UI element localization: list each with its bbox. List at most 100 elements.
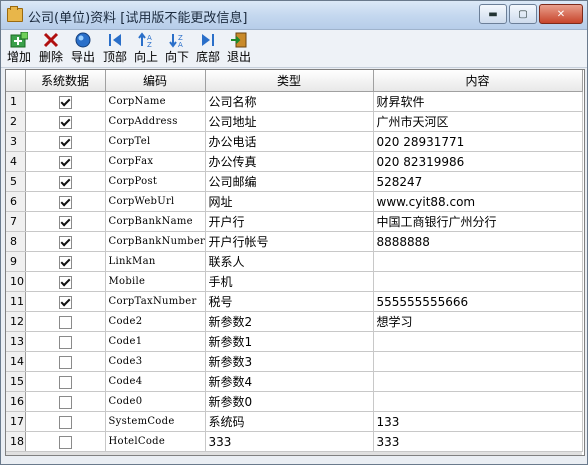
code-cell[interactable]: Code0 — [105, 391, 206, 412]
content-cell[interactable]: www.cyit88.com — [373, 191, 583, 212]
content-cell[interactable] — [373, 331, 583, 352]
content-cell[interactable]: 想学习 — [373, 311, 583, 332]
system-data-checkbox[interactable] — [58, 115, 72, 129]
table-row[interactable]: 12 Code2 新参数2 想学习 — [6, 311, 583, 332]
code-cell[interactable]: Code2 — [105, 311, 206, 332]
title-bar[interactable]: 公司(单位)资料 [试用版不能更改信息] ▬ ▢ ✕ — [1, 1, 587, 30]
header-system-data[interactable]: 系统数据 — [25, 70, 106, 92]
table-row[interactable]: 9 LinkMan 联系人 — [6, 251, 583, 272]
table-row[interactable]: 15 Code4 新参数4 — [6, 371, 583, 392]
system-data-cell[interactable] — [25, 311, 106, 332]
system-data-checkbox[interactable] — [58, 155, 72, 169]
type-cell[interactable]: 办公电话 — [205, 131, 374, 152]
table-row[interactable]: 10 Mobile 手机 — [6, 271, 583, 292]
add-button[interactable]: 增加 — [7, 31, 31, 66]
code-cell[interactable]: Mobile — [105, 271, 206, 292]
code-cell[interactable]: CorpName — [105, 91, 206, 112]
system-data-checkbox[interactable] — [58, 395, 72, 409]
system-data-cell[interactable] — [25, 411, 106, 432]
table-row[interactable]: 6 CorpWebUrl 网址 www.cyit88.com — [6, 191, 583, 212]
content-cell[interactable]: 133 — [373, 411, 583, 432]
system-data-checkbox[interactable] — [58, 175, 72, 189]
content-cell[interactable] — [373, 251, 583, 272]
system-data-checkbox[interactable] — [58, 315, 72, 329]
type-cell[interactable]: 新参数3 — [205, 351, 374, 372]
content-cell[interactable]: 020 28931771 — [373, 131, 583, 152]
content-cell[interactable]: 中国工商银行广州分行 — [373, 211, 583, 232]
system-data-cell[interactable] — [25, 391, 106, 412]
system-data-cell[interactable] — [25, 111, 106, 132]
top-button[interactable]: 顶部 — [103, 31, 127, 66]
table-row[interactable]: 8 CorpBankNumber 开户行帐号 8888888 — [6, 231, 583, 252]
code-cell[interactable]: CorpTel — [105, 131, 206, 152]
type-cell[interactable]: 开户行 — [205, 211, 374, 232]
system-data-checkbox[interactable] — [58, 255, 72, 269]
code-cell[interactable]: Code4 — [105, 371, 206, 392]
system-data-cell[interactable] — [25, 251, 106, 272]
table-row[interactable]: 1 CorpName 公司名称 财昇软件 — [6, 91, 583, 112]
code-cell[interactable]: CorpPost — [105, 171, 206, 192]
code-cell[interactable]: CorpWebUrl — [105, 191, 206, 212]
type-cell[interactable]: 手机 — [205, 271, 374, 292]
code-cell[interactable]: HotelCode — [105, 431, 206, 452]
system-data-cell[interactable] — [25, 91, 106, 112]
system-data-checkbox[interactable] — [58, 335, 72, 349]
system-data-checkbox[interactable] — [58, 375, 72, 389]
code-cell[interactable]: CorpBankNumber — [105, 231, 206, 252]
content-cell[interactable] — [373, 371, 583, 392]
content-cell[interactable]: 528247 — [373, 171, 583, 192]
content-cell[interactable]: 333 — [373, 431, 583, 452]
table-row[interactable]: 18 HotelCode 333 333 — [6, 431, 583, 452]
content-cell[interactable]: 广州市天河区 — [373, 111, 583, 132]
system-data-checkbox[interactable] — [58, 195, 72, 209]
header-rownum[interactable] — [6, 70, 26, 92]
system-data-cell[interactable] — [25, 171, 106, 192]
system-data-cell[interactable] — [25, 351, 106, 372]
system-data-checkbox[interactable] — [58, 215, 72, 229]
type-cell[interactable]: 新参数4 — [205, 371, 374, 392]
system-data-cell[interactable] — [25, 231, 106, 252]
down-button[interactable]: ZA 向下 — [165, 31, 189, 66]
content-cell[interactable]: 8888888 — [373, 231, 583, 252]
table-row[interactable]: 3 CorpTel 办公电话 020 28931771 — [6, 131, 583, 152]
exit-button[interactable]: 退出 — [227, 31, 251, 66]
type-cell[interactable]: 税号 — [205, 291, 374, 312]
code-cell[interactable]: SystemCode — [105, 411, 206, 432]
type-cell[interactable]: 公司名称 — [205, 91, 374, 112]
table-row[interactable]: 4 CorpFax 办公传真 020 82319986 — [6, 151, 583, 172]
type-cell[interactable]: 办公传真 — [205, 151, 374, 172]
system-data-cell[interactable] — [25, 371, 106, 392]
code-cell[interactable]: CorpTaxNumber — [105, 291, 206, 312]
table-row[interactable]: 7 CorpBankName 开户行 中国工商银行广州分行 — [6, 211, 583, 232]
type-cell[interactable]: 333 — [205, 431, 374, 452]
maximize-button[interactable]: ▢ — [509, 4, 537, 24]
system-data-cell[interactable] — [25, 151, 106, 172]
up-button[interactable]: AZ 向上 — [134, 31, 158, 66]
table-row[interactable]: 2 CorpAddress 公司地址 广州市天河区 — [6, 111, 583, 132]
system-data-checkbox[interactable] — [58, 435, 72, 449]
table-row[interactable]: 14 Code3 新参数3 — [6, 351, 583, 372]
data-grid[interactable]: 系统数据 编码 类型 内容 1 CorpName 公司名称 财昇软件 2 CorpAddr… — [5, 69, 585, 456]
type-cell[interactable]: 新参数2 — [205, 311, 374, 332]
header-type[interactable]: 类型 — [205, 70, 374, 92]
system-data-cell[interactable] — [25, 131, 106, 152]
code-cell[interactable]: CorpAddress — [105, 111, 206, 132]
type-cell[interactable]: 公司邮编 — [205, 171, 374, 192]
header-code[interactable]: 编码 — [105, 70, 206, 92]
system-data-checkbox[interactable] — [58, 355, 72, 369]
code-cell[interactable]: LinkMan — [105, 251, 206, 272]
system-data-cell[interactable] — [25, 291, 106, 312]
table-row[interactable]: 5 CorpPost 公司邮编 528247 — [6, 171, 583, 192]
export-button[interactable]: 导出 — [71, 31, 95, 66]
system-data-checkbox[interactable] — [58, 415, 72, 429]
system-data-checkbox[interactable] — [58, 135, 72, 149]
system-data-cell[interactable] — [25, 191, 106, 212]
content-cell[interactable] — [373, 351, 583, 372]
header-content[interactable]: 内容 — [373, 70, 583, 92]
table-row[interactable]: 16 Code0 新参数0 — [6, 391, 583, 412]
system-data-cell[interactable] — [25, 271, 106, 292]
delete-button[interactable]: 删除 — [39, 31, 63, 66]
horizontal-scrollbar[interactable] — [6, 452, 582, 455]
content-cell[interactable]: 020 82319986 — [373, 151, 583, 172]
system-data-cell[interactable] — [25, 431, 106, 452]
